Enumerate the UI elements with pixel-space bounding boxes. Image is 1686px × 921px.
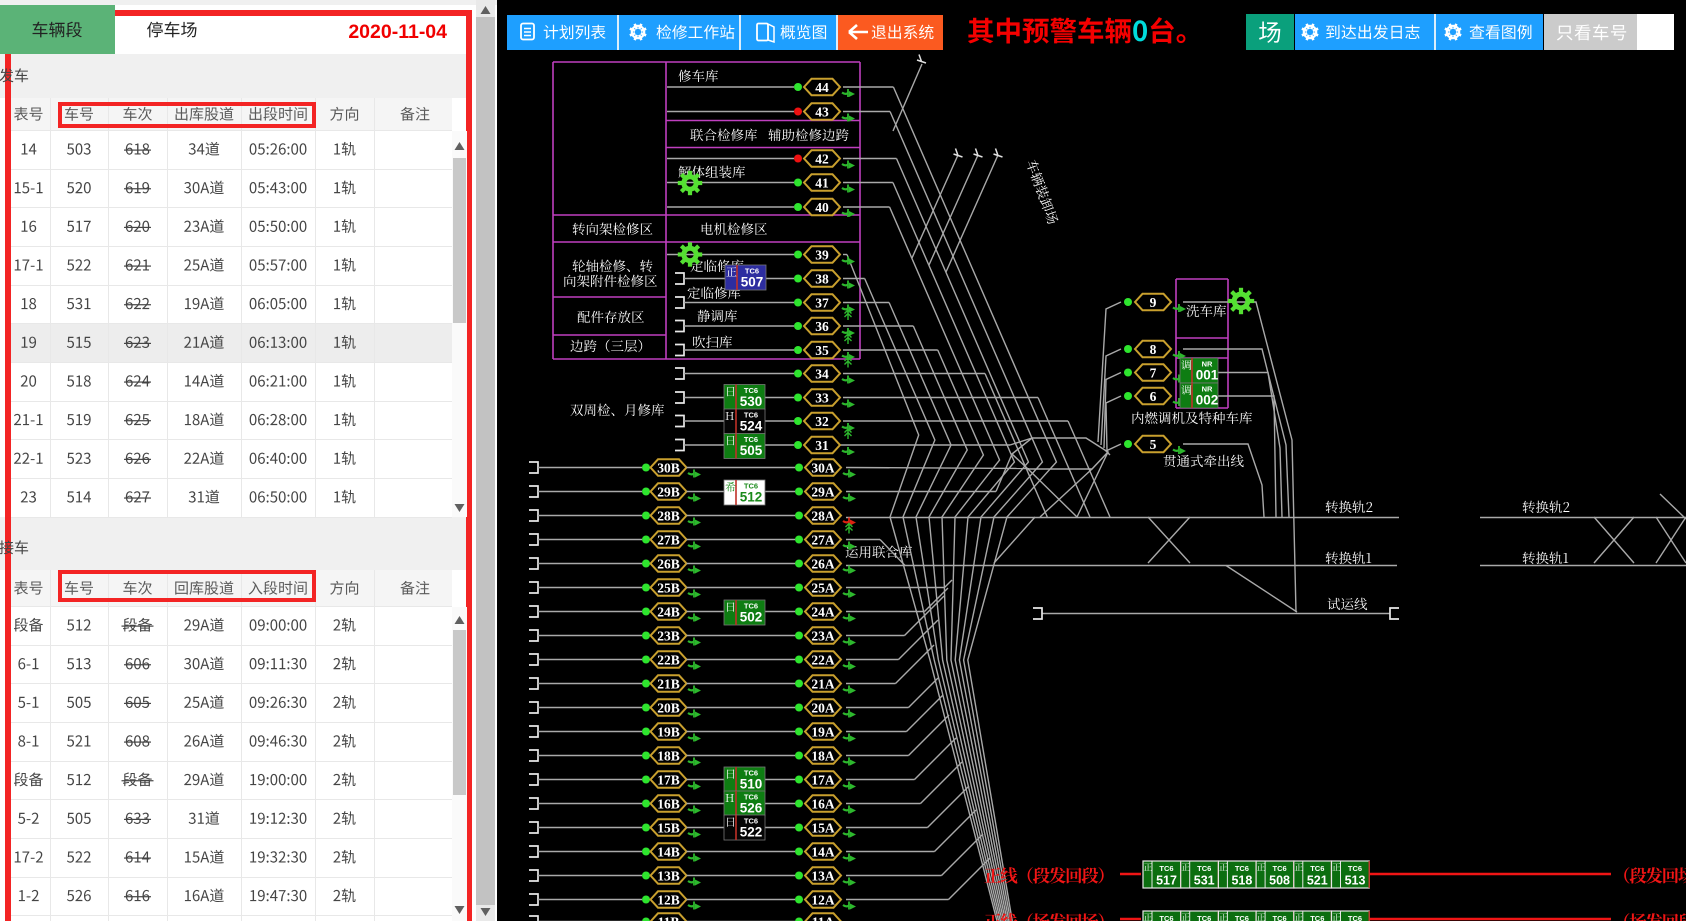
- svg-text:23A: 23A: [811, 628, 835, 643]
- svg-text:9: 9: [1150, 295, 1157, 310]
- svg-text:TC6: TC6: [1197, 864, 1211, 873]
- svg-text:42: 42: [815, 151, 829, 166]
- svg-text:531: 531: [1194, 874, 1215, 888]
- svg-text:TC6: TC6: [1159, 914, 1173, 921]
- svg-text:20A: 20A: [811, 700, 835, 715]
- svg-text:18B: 18B: [657, 748, 680, 763]
- svg-text:23B: 23B: [657, 628, 680, 643]
- svg-text:13B: 13B: [657, 868, 680, 883]
- svg-text:27B: 27B: [657, 532, 680, 547]
- svg-text:30A: 30A: [811, 460, 835, 475]
- svg-text:33: 33: [815, 390, 829, 405]
- svg-text:TC6: TC6: [1348, 864, 1362, 873]
- svg-text:44: 44: [815, 80, 829, 95]
- svg-text:26A: 26A: [811, 556, 835, 571]
- svg-text:19B: 19B: [657, 724, 680, 739]
- svg-text:TC6: TC6: [1273, 864, 1287, 873]
- svg-text:29A: 29A: [811, 484, 835, 499]
- svg-text:21B: 21B: [657, 676, 680, 691]
- svg-text:TC6: TC6: [1159, 864, 1173, 873]
- svg-text:34: 34: [815, 366, 829, 381]
- svg-text:508: 508: [1269, 874, 1290, 888]
- svg-text:530: 530: [740, 394, 763, 409]
- svg-text:002: 002: [1196, 393, 1219, 408]
- svg-text:518: 518: [1231, 874, 1252, 888]
- svg-text:20B: 20B: [657, 700, 680, 715]
- svg-text:510: 510: [740, 777, 763, 792]
- svg-text:28B: 28B: [657, 508, 680, 523]
- svg-text:8: 8: [1150, 342, 1157, 357]
- svg-text:24B: 24B: [657, 604, 680, 619]
- svg-text:40: 40: [815, 200, 829, 215]
- svg-text:24A: 24A: [811, 604, 835, 619]
- svg-text:29B: 29B: [657, 484, 680, 499]
- svg-text:37: 37: [815, 295, 829, 310]
- svg-text:517: 517: [1156, 874, 1177, 888]
- svg-text:001: 001: [1196, 368, 1219, 383]
- svg-text:15B: 15B: [657, 820, 680, 835]
- svg-text:36: 36: [815, 319, 829, 334]
- svg-text:11B: 11B: [658, 914, 680, 921]
- svg-text:13A: 13A: [811, 868, 835, 883]
- svg-text:6: 6: [1150, 389, 1157, 404]
- svg-text:5: 5: [1150, 437, 1157, 452]
- svg-text:22B: 22B: [657, 652, 680, 667]
- svg-text:27A: 27A: [811, 532, 835, 547]
- svg-text:30B: 30B: [657, 460, 680, 475]
- svg-text:35: 35: [815, 343, 829, 358]
- svg-text:17B: 17B: [657, 772, 680, 787]
- svg-text:7: 7: [1150, 365, 1157, 380]
- svg-text:507: 507: [741, 275, 764, 290]
- svg-text:526: 526: [740, 801, 763, 816]
- svg-text:524: 524: [740, 419, 763, 434]
- svg-text:31: 31: [815, 438, 829, 453]
- svg-text:19A: 19A: [811, 724, 835, 739]
- svg-text:16B: 16B: [657, 796, 680, 811]
- svg-text:26B: 26B: [657, 556, 680, 571]
- svg-text:16A: 16A: [811, 796, 835, 811]
- svg-text:TC6: TC6: [1235, 914, 1249, 921]
- svg-text:28A: 28A: [811, 508, 835, 523]
- svg-text:22A: 22A: [811, 652, 835, 667]
- svg-text:25A: 25A: [811, 580, 835, 595]
- svg-text:21A: 21A: [811, 676, 835, 691]
- svg-text:17A: 17A: [811, 772, 835, 787]
- svg-text:43: 43: [815, 104, 829, 119]
- svg-text:2020-11-04: 2020-11-04: [348, 21, 447, 43]
- svg-text:11A: 11A: [812, 914, 835, 921]
- svg-text:15A: 15A: [811, 820, 835, 835]
- svg-text:TC6: TC6: [1310, 864, 1324, 873]
- svg-text:521: 521: [1307, 874, 1328, 888]
- svg-text:41: 41: [815, 175, 829, 190]
- svg-text:TC6: TC6: [1235, 864, 1249, 873]
- svg-text:38: 38: [815, 271, 829, 286]
- svg-text:TC6: TC6: [1310, 914, 1324, 921]
- svg-text:TC6: TC6: [1197, 914, 1211, 921]
- svg-text:25B: 25B: [657, 580, 680, 595]
- svg-text:505: 505: [740, 443, 763, 458]
- svg-text:522: 522: [740, 825, 763, 840]
- svg-text:14A: 14A: [811, 844, 835, 859]
- svg-text:32: 32: [815, 414, 829, 429]
- svg-text:12A: 12A: [811, 892, 835, 907]
- svg-text:512: 512: [740, 490, 763, 505]
- svg-text:18A: 18A: [811, 748, 835, 763]
- svg-text:TC6: TC6: [1273, 914, 1287, 921]
- svg-text:39: 39: [815, 247, 829, 262]
- svg-text:502: 502: [740, 610, 763, 625]
- svg-text:14B: 14B: [657, 844, 680, 859]
- svg-text:513: 513: [1345, 874, 1366, 888]
- svg-text:TC6: TC6: [1348, 914, 1362, 921]
- svg-text:12B: 12B: [657, 892, 680, 907]
